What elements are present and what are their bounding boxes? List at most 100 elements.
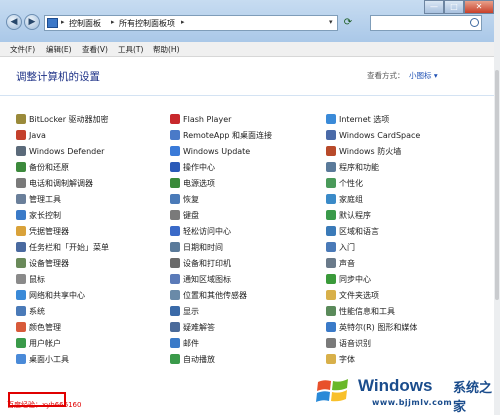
control-panel-item-label: Windows Defender bbox=[29, 147, 105, 156]
cardspace-icon bbox=[326, 130, 336, 140]
control-panel-item-label: BitLocker 驱动器加密 bbox=[29, 115, 109, 124]
chevron-right-icon: ▸ bbox=[61, 18, 65, 26]
backup-icon bbox=[16, 162, 26, 172]
speech-icon bbox=[326, 338, 336, 348]
firewall-icon bbox=[326, 146, 336, 156]
homegroup-icon bbox=[326, 194, 336, 204]
breadcrumb-control-panel[interactable]: 控制面板 bbox=[69, 18, 101, 29]
control-panel-item-label: Flash Player bbox=[183, 115, 232, 124]
control-panel-item-label: 恢复 bbox=[183, 195, 199, 204]
sync-icon bbox=[326, 274, 336, 284]
back-button[interactable]: ◀ bbox=[6, 14, 22, 30]
notification-icon bbox=[170, 274, 180, 284]
device-manager-icon bbox=[16, 258, 26, 268]
maximize-button[interactable]: □ bbox=[444, 0, 464, 14]
control-panel-item-label: 凭据管理器 bbox=[29, 227, 69, 236]
control-panel-item-label: 邮件 bbox=[183, 339, 199, 348]
refresh-icon[interactable]: ⟳ bbox=[340, 15, 356, 31]
action-center-icon bbox=[170, 162, 180, 172]
display-icon bbox=[170, 306, 180, 316]
logo-url: www.bjjmlv.com bbox=[372, 398, 453, 407]
troubleshoot-icon bbox=[170, 322, 180, 332]
autoplay-icon bbox=[170, 354, 180, 364]
sensor-icon bbox=[170, 290, 180, 300]
network-icon bbox=[16, 290, 26, 300]
defender-icon bbox=[16, 146, 26, 156]
forward-button[interactable]: ▶ bbox=[24, 14, 40, 30]
control-panel-item-label: 设备管理器 bbox=[29, 259, 69, 268]
minimize-button[interactable]: — bbox=[424, 0, 444, 14]
control-panel-item-label: 系统 bbox=[29, 307, 45, 316]
control-panel-item-label: 任务栏和「开始」菜单 bbox=[29, 243, 109, 252]
flash-icon bbox=[170, 114, 180, 124]
windows-update-icon bbox=[170, 146, 180, 156]
control-panel-item-label: 备份和还原 bbox=[29, 163, 69, 172]
address-bar[interactable]: ▸ 控制面板 ▸ 所有控制面板项 ▸ ▾ bbox=[44, 15, 338, 31]
search-input[interactable] bbox=[370, 15, 482, 31]
control-panel-item-label: 自动播放 bbox=[183, 355, 215, 364]
performance-icon bbox=[326, 306, 336, 316]
control-panel-item-label: 默认程序 bbox=[339, 211, 371, 220]
user-accounts-icon bbox=[16, 338, 26, 348]
control-panel-item-label: 电话和调制解调器 bbox=[29, 179, 93, 188]
menu-file[interactable]: 文件(F) bbox=[10, 44, 35, 55]
control-panel-item-label: 设备和打印机 bbox=[183, 259, 231, 268]
control-panel-item-label: Windows 防火墙 bbox=[339, 147, 402, 156]
view-by-dropdown[interactable]: 小图标 ▾ bbox=[409, 70, 438, 81]
close-button[interactable]: ✕ bbox=[464, 0, 494, 14]
control-panel-item-label: Windows CardSpace bbox=[339, 131, 421, 140]
control-panel-item-label: 轻松访问中心 bbox=[183, 227, 231, 236]
chevron-down-icon[interactable]: ▾ bbox=[329, 18, 333, 26]
watermark-text: 百度经验：xyb666160 bbox=[7, 401, 82, 409]
programs-icon bbox=[326, 162, 336, 172]
search-icon[interactable] bbox=[470, 18, 479, 27]
ease-of-access-icon bbox=[170, 226, 180, 236]
parental-controls-icon bbox=[16, 210, 26, 220]
control-panel-item-label: 管理工具 bbox=[29, 195, 61, 204]
control-panel-item-label: Java bbox=[29, 131, 46, 140]
control-panel-item-label: 日期和时间 bbox=[183, 243, 223, 252]
control-panel-item-label: 网络和共享中心 bbox=[29, 291, 85, 300]
chevron-right-icon: ▸ bbox=[181, 18, 185, 26]
color-management-icon bbox=[16, 322, 26, 332]
control-panel-item-label: 鼠标 bbox=[29, 275, 45, 284]
personalization-icon bbox=[326, 178, 336, 188]
control-panel-item-label: 程序和功能 bbox=[339, 163, 379, 172]
view-by-label: 查看方式： bbox=[367, 71, 405, 80]
scrollbar-thumb[interactable] bbox=[495, 70, 499, 300]
control-panel-item-label: 个性化 bbox=[339, 179, 363, 188]
printer-icon bbox=[170, 258, 180, 268]
internet-options-icon bbox=[326, 114, 336, 124]
phone-icon bbox=[16, 178, 26, 188]
chevron-right-icon: ▸ bbox=[111, 18, 115, 26]
control-panel-item-label: 键盘 bbox=[183, 211, 199, 220]
control-panel-item-label: 颜色管理 bbox=[29, 323, 61, 332]
power-icon bbox=[170, 178, 180, 188]
keyboard-icon bbox=[170, 210, 180, 220]
title-bar: ◀ ▶ ▸ 控制面板 ▸ 所有控制面板项 ▸ ▾ ⟳ — □ ✕ bbox=[0, 0, 500, 42]
control-panel-item-label: 操作中心 bbox=[183, 163, 215, 172]
default-programs-icon bbox=[326, 210, 336, 220]
recovery-icon bbox=[170, 194, 180, 204]
control-panel-item-label: Windows Update bbox=[183, 147, 251, 156]
control-panel-item-label: 英特尔(R) 图形和媒体 bbox=[339, 323, 418, 332]
control-panel-item-label: Internet 选项 bbox=[339, 115, 390, 124]
folder-options-icon bbox=[326, 290, 336, 300]
control-panel-item-label: 区域和语言 bbox=[339, 227, 379, 236]
breadcrumb-all-items[interactable]: 所有控制面板项 bbox=[119, 18, 175, 29]
menu-bar: 文件(F) 编辑(E) 查看(V) 工具(T) 帮助(H) bbox=[0, 42, 500, 57]
fonts-icon bbox=[326, 354, 336, 364]
control-panel-item-label: 字体 bbox=[339, 355, 355, 364]
control-panel-item-label: 疑难解答 bbox=[183, 323, 215, 332]
control-panel-item-label: 显示 bbox=[183, 307, 199, 316]
menu-edit[interactable]: 编辑(E) bbox=[46, 44, 72, 55]
control-panel-item-label: 电源选项 bbox=[183, 179, 215, 188]
logo-chinese: 系统之家 bbox=[453, 381, 493, 415]
window-controls: — □ ✕ bbox=[424, 0, 494, 14]
control-panel-item-label: 语音识别 bbox=[339, 339, 371, 348]
menu-help[interactable]: 帮助(H) bbox=[153, 44, 180, 55]
scrollbar[interactable] bbox=[494, 0, 500, 415]
menu-view[interactable]: 查看(V) bbox=[82, 44, 108, 55]
menu-tools[interactable]: 工具(T) bbox=[118, 44, 143, 55]
taskbar-icon bbox=[16, 242, 26, 252]
